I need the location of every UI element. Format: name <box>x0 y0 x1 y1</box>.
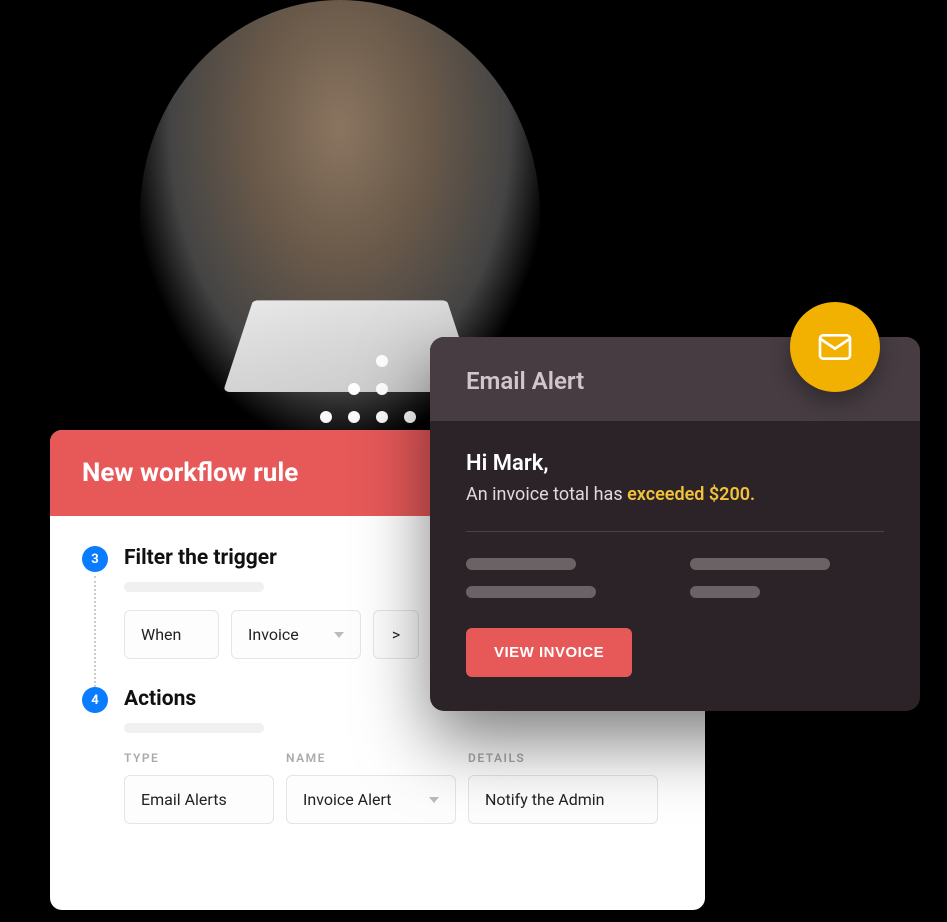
alert-message-prefix: An invoice total has <box>466 484 627 505</box>
email-alert-card: Email Alert Hi Mark, An invoice total ha… <box>430 337 920 711</box>
placeholder-bar <box>124 723 264 733</box>
action-type-field[interactable]: Email Alerts <box>124 775 274 824</box>
action-details-field[interactable]: Notify the Admin <box>468 775 658 824</box>
alert-message: An invoice total has exceeded $200. <box>466 484 884 505</box>
column-label-type: TYPE <box>124 751 274 765</box>
decoration-dots <box>320 355 416 423</box>
filter-field-select[interactable]: Invoice <box>231 610 361 659</box>
divider <box>466 531 884 532</box>
filter-operator-field[interactable]: > <box>373 610 419 659</box>
step-number-badge: 4 <box>82 687 108 713</box>
column-label-details: DETAILS <box>468 751 525 765</box>
mail-icon <box>790 302 880 392</box>
view-invoice-button[interactable]: VIEW INVOICE <box>466 628 632 677</box>
alert-message-highlight: exceeded $200. <box>627 484 755 505</box>
step-number-badge: 3 <box>82 546 108 572</box>
alert-greeting: Hi Mark, <box>466 451 884 476</box>
alert-details-skeleton <box>466 558 884 598</box>
placeholder-bar <box>124 582 264 592</box>
filter-when-field[interactable]: When <box>124 610 219 659</box>
column-label-name: NAME <box>286 751 456 765</box>
action-name-select[interactable]: Invoice Alert <box>286 775 456 824</box>
